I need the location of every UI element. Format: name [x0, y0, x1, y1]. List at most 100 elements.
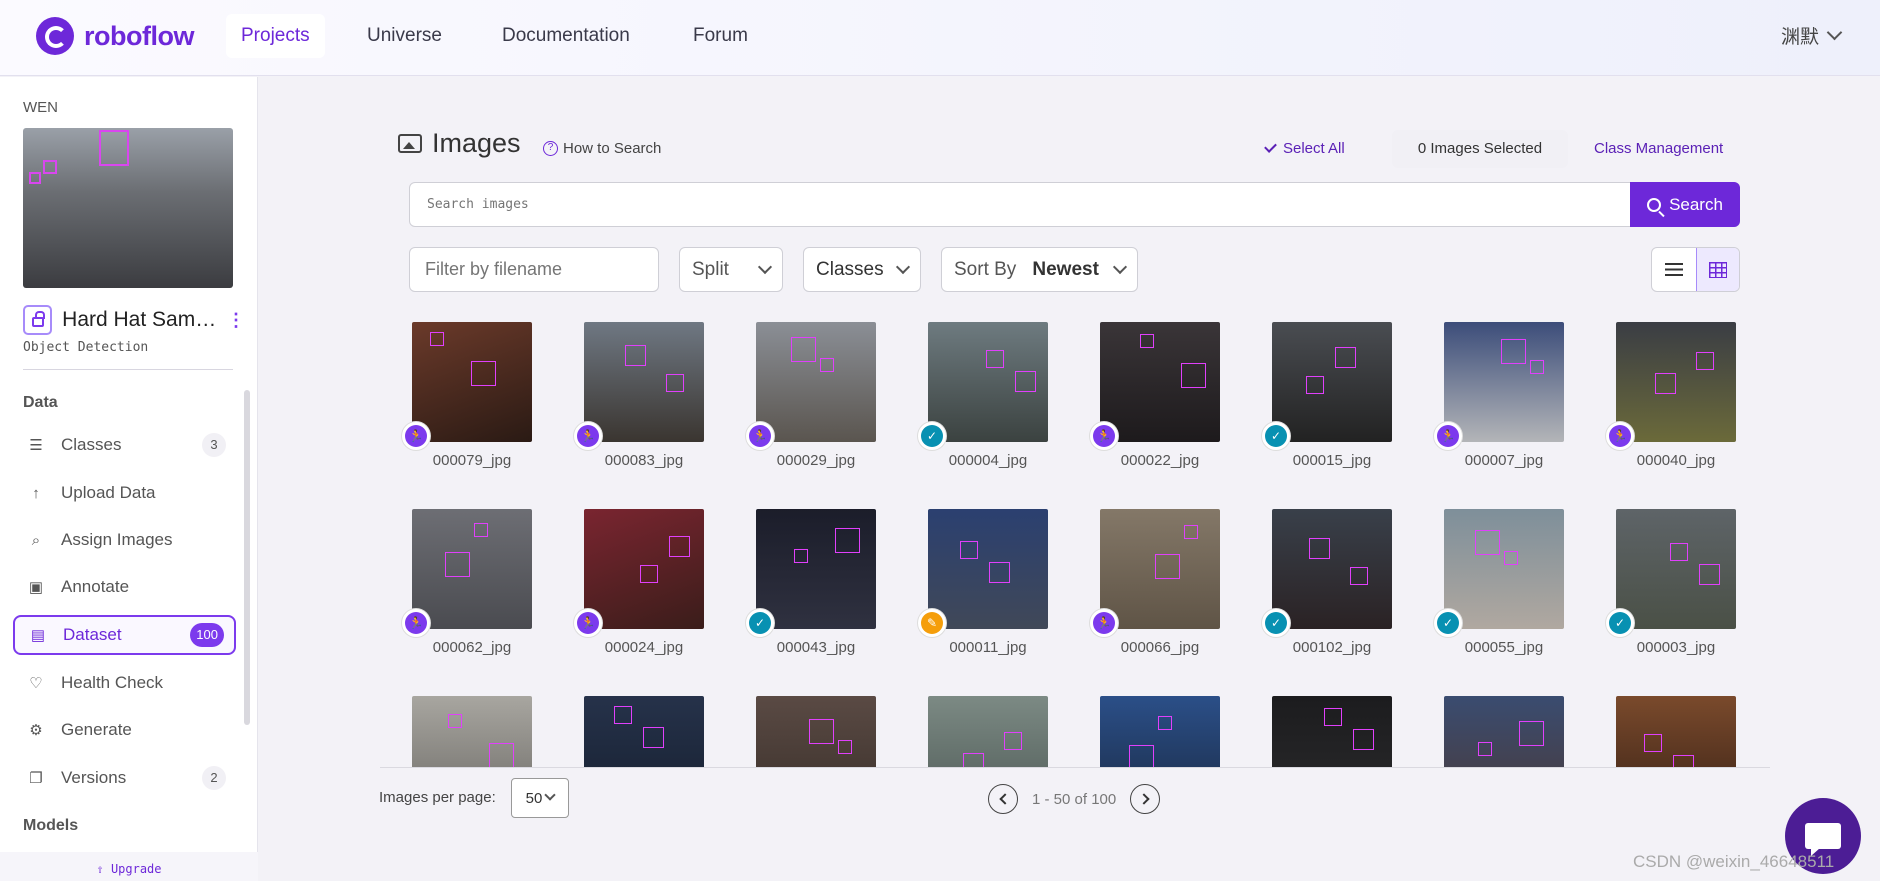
annotation-box [1696, 352, 1714, 370]
image-tile[interactable] [1068, 686, 1228, 767]
image-tile[interactable]: ✓ 000004_jpg [896, 312, 1056, 492]
image-tile[interactable] [552, 686, 712, 767]
classes-dropdown[interactable]: Classes [803, 247, 921, 292]
page-header: Images [398, 128, 521, 159]
per-page-select[interactable]: 50 [511, 778, 569, 818]
roboflow-logo[interactable]: roboflow [36, 16, 194, 56]
nav-tab-universe[interactable]: Universe [352, 14, 457, 58]
sidebar-item-classes[interactable]: ☰ Classes 3 [13, 425, 236, 465]
grid-icon [1708, 261, 1727, 278]
project-thumbnail[interactable] [23, 128, 233, 288]
image-tile[interactable]: ✓ 000015_jpg [1240, 312, 1400, 492]
image-thumbnail[interactable] [928, 696, 1048, 767]
image-tile[interactable]: 🏃 000024_jpg [552, 499, 712, 679]
image-thumbnail[interactable] [1616, 696, 1736, 767]
image-tile[interactable]: 🏃 000066_jpg [1068, 499, 1228, 679]
sort-dropdown[interactable]: Sort By Newest [941, 247, 1138, 292]
sidebar-item-generate[interactable]: ⚙ Generate [13, 710, 236, 750]
image-tile[interactable]: 🏃 000079_jpg [380, 312, 540, 492]
image-filename: 000040_jpg [1636, 452, 1716, 469]
image-thumbnail[interactable] [412, 696, 532, 767]
image-thumbnail[interactable] [928, 509, 1048, 629]
image-tile[interactable] [1412, 686, 1572, 767]
user-menu[interactable]: 渊默 [1780, 22, 1843, 49]
sidebar-item-versions[interactable]: ❐ Versions 2 [13, 758, 236, 798]
image-tile[interactable]: ✓ 000102_jpg [1240, 499, 1400, 679]
grid-view-button[interactable] [1695, 248, 1739, 291]
image-tile[interactable] [724, 686, 884, 767]
project-name[interactable]: Hard Hat Samp... [62, 308, 217, 332]
select-all-button[interactable]: Select All [1264, 140, 1345, 157]
sidebar-item-annotate[interactable]: ▣ Annotate [13, 567, 236, 607]
image-thumbnail[interactable] [1272, 696, 1392, 767]
image-tile[interactable]: 🏃 000029_jpg [724, 312, 884, 492]
nav-tab-projects[interactable]: Projects [226, 14, 325, 58]
annotation-box [474, 523, 488, 537]
image-tile[interactable]: 🏃 000040_jpg [1584, 312, 1744, 492]
user-name: 渊默 [1780, 27, 1819, 48]
sidebar-item-dataset[interactable]: ▤ Dataset 100 [13, 615, 236, 655]
sidebar-item-assign-images[interactable]: ⌕ Assign Images [13, 520, 236, 560]
image-tile[interactable]: 🏃 000062_jpg [380, 499, 540, 679]
image-tile[interactable] [380, 686, 540, 767]
annotation-box [614, 706, 632, 724]
image-thumbnail[interactable] [1616, 509, 1736, 629]
how-to-search-label: How to Search [563, 140, 662, 157]
split-dropdown[interactable]: Split [679, 247, 783, 292]
image-thumbnail[interactable] [584, 322, 704, 442]
per-page-label: Images per page: [379, 789, 496, 806]
image-thumbnail[interactable] [1272, 509, 1392, 629]
image-thumbnail[interactable] [412, 322, 532, 442]
image-tile[interactable] [1240, 686, 1400, 767]
image-tile[interactable]: ✓ 000043_jpg [724, 499, 884, 679]
image-thumbnail[interactable] [584, 696, 704, 767]
image-thumbnail[interactable] [1100, 509, 1220, 629]
nav-tab-forum[interactable]: Forum [678, 14, 763, 58]
search-button[interactable]: Search [1630, 182, 1740, 227]
image-thumbnail[interactable] [1444, 509, 1564, 629]
image-thumbnail[interactable] [584, 509, 704, 629]
image-thumbnail[interactable] [1616, 322, 1736, 442]
image-thumbnail[interactable] [1272, 322, 1392, 442]
nav-tab-documentation[interactable]: Documentation [487, 14, 645, 58]
list-view-button[interactable] [1652, 248, 1696, 291]
search-input[interactable] [410, 183, 1630, 226]
image-tile[interactable]: 🏃 000022_jpg [1068, 312, 1228, 492]
image-tile[interactable]: ✎ 000011_jpg [896, 499, 1056, 679]
next-page-button[interactable] [1130, 784, 1161, 814]
sidebar-item-health-check[interactable]: ♡ Health Check [13, 663, 236, 703]
image-thumbnail[interactable] [756, 322, 876, 442]
previous-page-button[interactable] [988, 784, 1018, 814]
image-thumbnail[interactable] [412, 509, 532, 629]
filename-filter-input[interactable] [409, 247, 659, 292]
image-thumbnail[interactable] [1444, 696, 1564, 767]
image-thumbnail[interactable] [1100, 696, 1220, 767]
image-thumbnail[interactable] [928, 322, 1048, 442]
image-filename: 000083_jpg [604, 452, 684, 469]
image-tile[interactable]: 🏃 000083_jpg [552, 312, 712, 492]
image-thumbnail[interactable] [1444, 322, 1564, 442]
more-options-icon[interactable]: ⋮ [227, 310, 245, 331]
sidebar-item-label: Classes [61, 435, 122, 454]
image-tile[interactable]: 🏃 000007_jpg [1412, 312, 1572, 492]
image-tile[interactable]: ✓ 000055_jpg [1412, 499, 1572, 679]
annotation-box [643, 727, 664, 748]
upgrade-button[interactable]: ⇧ Upgrade [0, 852, 258, 881]
image-thumbnail[interactable] [1100, 322, 1220, 442]
image-filename: 000029_jpg [776, 452, 856, 469]
sidebar-scrollbar[interactable] [244, 390, 250, 725]
generate-icon: ⚙ [29, 722, 43, 739]
how-to-search-link[interactable]: ? How to Search [543, 140, 661, 157]
annotation-box [1504, 551, 1518, 565]
image-thumbnail[interactable] [756, 509, 876, 629]
image-tile[interactable] [1584, 686, 1744, 767]
dataset-icon: ▤ [30, 627, 46, 644]
image-thumbnail[interactable] [756, 696, 876, 767]
annotation-box [1353, 729, 1374, 750]
heart-icon: ♡ [29, 675, 43, 692]
class-management-link[interactable]: Class Management [1594, 140, 1723, 157]
unassigned-status-icon: 🏃 [1090, 609, 1118, 637]
image-tile[interactable]: ✓ 000003_jpg [1584, 499, 1744, 679]
sidebar-item-upload-data[interactable]: ↑ Upload Data [13, 473, 236, 513]
image-tile[interactable] [896, 686, 1056, 767]
